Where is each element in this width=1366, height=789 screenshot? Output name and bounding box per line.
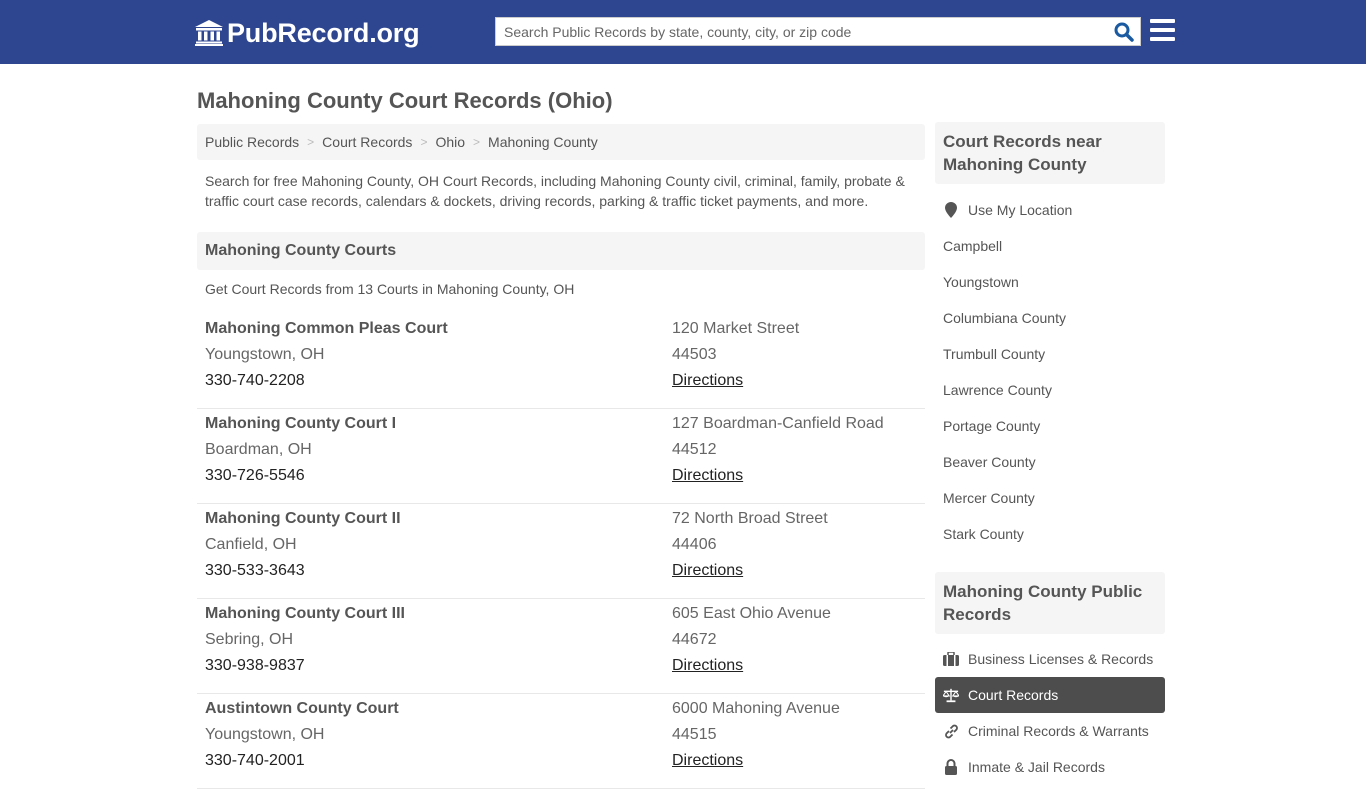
directions-link[interactable]: Directions <box>672 562 743 579</box>
court-address: 120 Market Street <box>672 320 800 337</box>
sidebar-item-criminal-records[interactable]: Criminal Records & Warrants <box>935 713 1165 749</box>
court-item: Austintown County Court Youngstown, OH 3… <box>197 694 925 789</box>
page-title: Mahoning County Court Records (Ohio) <box>197 88 613 113</box>
court-zip: 44503 <box>672 346 717 363</box>
court-name: Mahoning County Court II <box>205 510 401 527</box>
court-phone[interactable]: 330-740-2208 <box>205 372 448 398</box>
court-zip: 44672 <box>672 631 717 648</box>
sidebar-item-label: Court Records <box>968 687 1059 703</box>
search-button[interactable] <box>1112 20 1136 44</box>
top-navbar: PubRecord.org <box>0 0 1366 64</box>
nearby-link-trumbull-county[interactable]: Trumbull County <box>935 336 1165 372</box>
court-city: Canfield, OH <box>205 536 297 553</box>
public-records-heading: Mahoning County Public Records <box>935 572 1165 634</box>
court-item: Mahoning County Court I Boardman, OH 330… <box>197 409 925 504</box>
court-address: 6000 Mahoning Avenue <box>672 700 840 717</box>
court-city: Sebring, OH <box>205 631 294 648</box>
breadcrumb-court-records[interactable]: Court Records <box>322 134 412 150</box>
court-item: Mahoning County Court II Canfield, OH 33… <box>197 504 925 599</box>
nearby-heading: Court Records near Mahoning County <box>935 122 1165 184</box>
scales-icon <box>943 687 959 703</box>
sidebar-item-label: Inmate & Jail Records <box>968 759 1105 775</box>
court-name: Mahoning County Court III <box>205 605 405 622</box>
nearby-link-stark-county[interactable]: Stark County <box>935 516 1165 552</box>
menu-bar <box>1150 37 1175 41</box>
court-city: Youngstown, OH <box>205 726 325 743</box>
courts-section-heading: Mahoning County Courts <box>197 232 925 270</box>
court-phone[interactable]: 330-740-2001 <box>205 752 399 778</box>
breadcrumb-public-records[interactable]: Public Records <box>205 134 299 150</box>
site-logo[interactable]: PubRecord.org <box>195 17 420 49</box>
breadcrumb-separator: > <box>307 135 315 149</box>
court-address: 605 East Ohio Avenue <box>672 605 831 622</box>
breadcrumb-separator: > <box>473 135 481 149</box>
directions-link[interactable]: Directions <box>672 752 743 769</box>
search-input[interactable] <box>496 18 1106 45</box>
directions-link[interactable]: Directions <box>672 657 743 674</box>
use-my-location-link[interactable]: Use My Location <box>935 192 1165 228</box>
intro-text: Search for free Mahoning County, OH Cour… <box>205 173 905 209</box>
public-records-list: Business Licenses & Records Court Record… <box>935 641 1165 785</box>
courts-section-subheading: Get Court Records from 13 Courts in Maho… <box>205 281 575 297</box>
nearby-list: Use My Location Campbell Youngstown Colu… <box>935 192 1165 552</box>
sidebar-item-court-records[interactable]: Court Records <box>935 677 1165 713</box>
nearby-link-portage-county[interactable]: Portage County <box>935 408 1165 444</box>
court-address: 127 Boardman-Canfield Road <box>672 415 884 432</box>
sidebar-item-label: Business Licenses & Records <box>968 651 1154 667</box>
menu-bar <box>1150 19 1175 23</box>
court-zip: 44512 <box>672 441 717 458</box>
nearby-link-campbell[interactable]: Campbell <box>935 228 1165 264</box>
nearby-link-youngstown[interactable]: Youngstown <box>935 264 1165 300</box>
court-phone[interactable]: 330-726-5546 <box>205 467 396 493</box>
court-zip: 44515 <box>672 726 717 743</box>
nearby-link-beaver-county[interactable]: Beaver County <box>935 444 1165 480</box>
court-phone[interactable]: 330-938-9837 <box>205 657 405 683</box>
nearby-link-columbiana-county[interactable]: Columbiana County <box>935 300 1165 336</box>
courts-list: Mahoning Common Pleas Court Youngstown, … <box>197 314 925 789</box>
court-city: Boardman, OH <box>205 441 312 458</box>
breadcrumb-mahoning-county[interactable]: Mahoning County <box>488 134 598 150</box>
court-phone[interactable]: 330-533-3643 <box>205 562 401 588</box>
court-item: Mahoning County Court III Sebring, OH 33… <box>197 599 925 694</box>
logo-text: PubRecord.org <box>227 17 420 48</box>
sidebar-item-business-licenses[interactable]: Business Licenses & Records <box>935 641 1165 677</box>
breadcrumb: Public Records > Court Records > Ohio > … <box>197 124 925 160</box>
nearby-link-lawrence-county[interactable]: Lawrence County <box>935 372 1165 408</box>
search-icon <box>1114 22 1134 42</box>
link-icon <box>943 723 959 739</box>
court-name: Mahoning Common Pleas Court <box>205 320 448 337</box>
court-address: 72 North Broad Street <box>672 510 828 527</box>
menu-bar <box>1150 28 1175 32</box>
sidebar-item-label: Criminal Records & Warrants <box>968 723 1149 739</box>
directions-link[interactable]: Directions <box>672 372 743 389</box>
use-my-location-label: Use My Location <box>968 202 1073 218</box>
courthouse-icon <box>195 20 223 46</box>
breadcrumb-ohio[interactable]: Ohio <box>435 134 465 150</box>
sidebar-item-inmate-records[interactable]: Inmate & Jail Records <box>935 749 1165 785</box>
court-zip: 44406 <box>672 536 717 553</box>
court-city: Youngstown, OH <box>205 346 325 363</box>
map-marker-icon <box>943 202 959 218</box>
court-name: Austintown County Court <box>205 700 399 717</box>
search-box <box>495 17 1141 46</box>
briefcase-icon <box>943 651 959 667</box>
hamburger-menu-button[interactable] <box>1150 19 1175 42</box>
breadcrumb-separator: > <box>420 135 428 149</box>
directions-link[interactable]: Directions <box>672 467 743 484</box>
court-name: Mahoning County Court I <box>205 415 397 432</box>
court-item: Mahoning Common Pleas Court Youngstown, … <box>197 314 925 409</box>
lock-icon <box>943 759 959 775</box>
nearby-link-mercer-county[interactable]: Mercer County <box>935 480 1165 516</box>
